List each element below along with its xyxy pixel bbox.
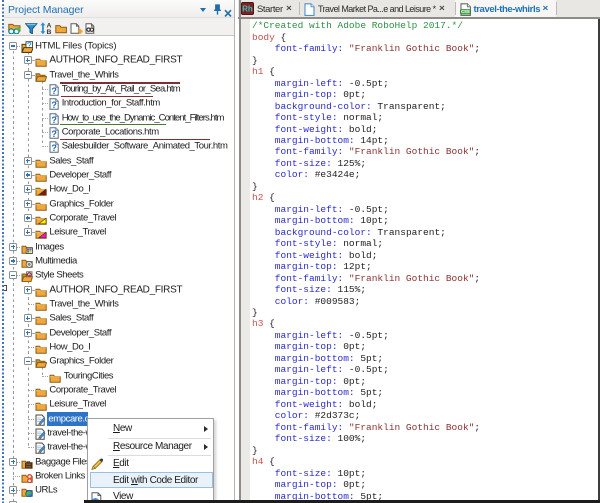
svg-text:CSS: CSS xyxy=(461,9,470,14)
svg-text:Rh: Rh xyxy=(242,5,253,14)
svg-text:?: ? xyxy=(52,129,58,139)
svg-text:?: ? xyxy=(52,143,58,153)
svg-text:?: ? xyxy=(52,100,58,110)
svg-text:?: ? xyxy=(52,114,58,124)
svg-text:?: ? xyxy=(52,86,58,96)
